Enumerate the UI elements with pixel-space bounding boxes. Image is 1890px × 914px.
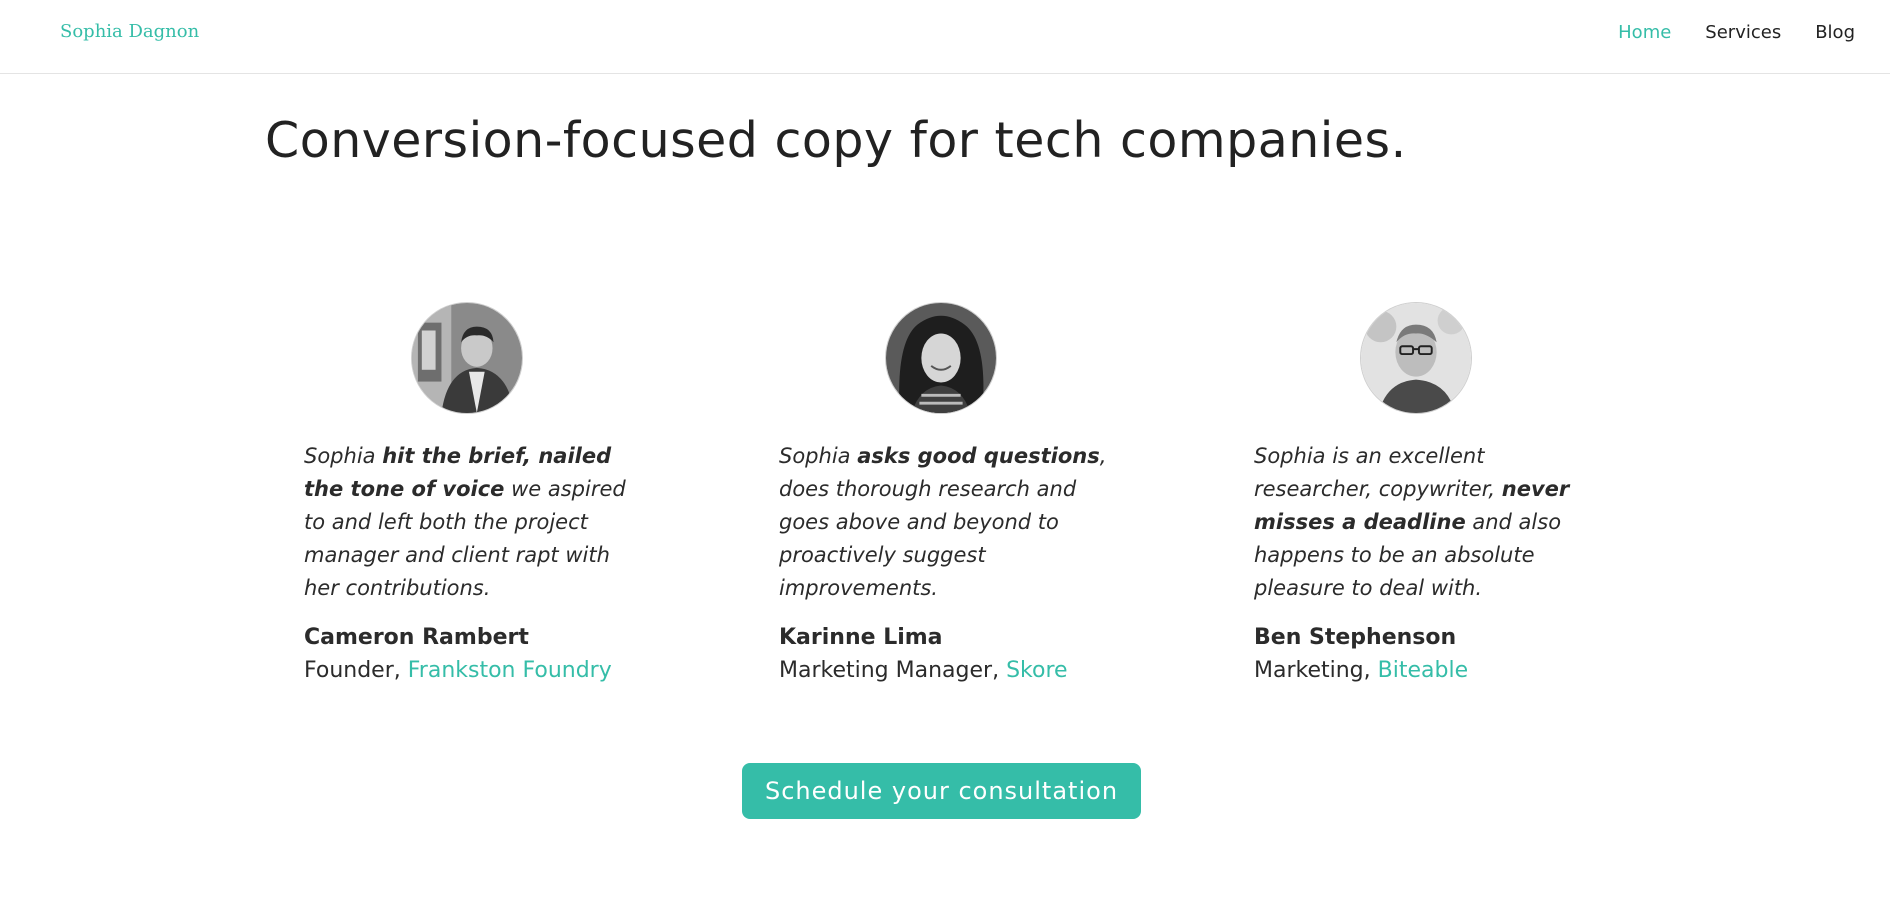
quote-text: Sophia is an excellent researcher, copyw… — [1254, 444, 1502, 501]
schedule-consultation-button[interactable]: Schedule your consultation — [742, 763, 1141, 819]
testimonial-quote: Sophia hit the brief, nailed the tone of… — [304, 440, 644, 605]
testimonial-quote: Sophia is an excellent researcher, copyw… — [1254, 440, 1594, 605]
hero-title: Conversion-focused copy for tech compani… — [265, 112, 1407, 169]
nav-blog-link[interactable]: Blog — [1815, 22, 1855, 43]
avatar-photo-icon — [1361, 303, 1471, 413]
testimonial-quote: Sophia asks good questions, does thoroug… — [779, 440, 1119, 605]
quote-text: Sophia — [304, 444, 383, 468]
role-text: Marketing, — [1254, 658, 1378, 683]
avatar — [411, 302, 523, 414]
testimonial-author-name: Ben Stephenson — [1254, 625, 1457, 650]
brand-logo-link[interactable]: Sophia Dagnon — [60, 21, 199, 42]
avatar-photo-icon — [412, 303, 522, 413]
testimonial-author-name: Cameron Rambert — [304, 625, 529, 650]
nav-services-link[interactable]: Services — [1705, 22, 1781, 43]
company-link[interactable]: Skore — [1006, 658, 1067, 683]
testimonial-author-role: Marketing, Biteable — [1254, 658, 1468, 683]
company-link[interactable]: Biteable — [1378, 658, 1468, 683]
role-text: Marketing Manager, — [779, 658, 1007, 683]
avatar — [885, 302, 997, 414]
avatar-photo-icon — [886, 303, 996, 413]
quote-text: Sophia — [779, 444, 858, 468]
site-header: Sophia Dagnon Home Services Blog — [0, 0, 1890, 74]
role-text: Founder, — [304, 658, 408, 683]
main-nav: Home Services Blog — [1584, 22, 1855, 43]
quote-highlight: asks good questions — [857, 444, 1100, 468]
nav-home-link[interactable]: Home — [1618, 22, 1671, 43]
testimonial-author-role: Founder, Frankston Foundry — [304, 658, 612, 683]
testimonial-author-role: Marketing Manager, Skore — [779, 658, 1068, 683]
testimonial-author-name: Karinne Lima — [779, 625, 943, 650]
company-link[interactable]: Frankston Foundry — [408, 658, 612, 683]
avatar — [1360, 302, 1472, 414]
